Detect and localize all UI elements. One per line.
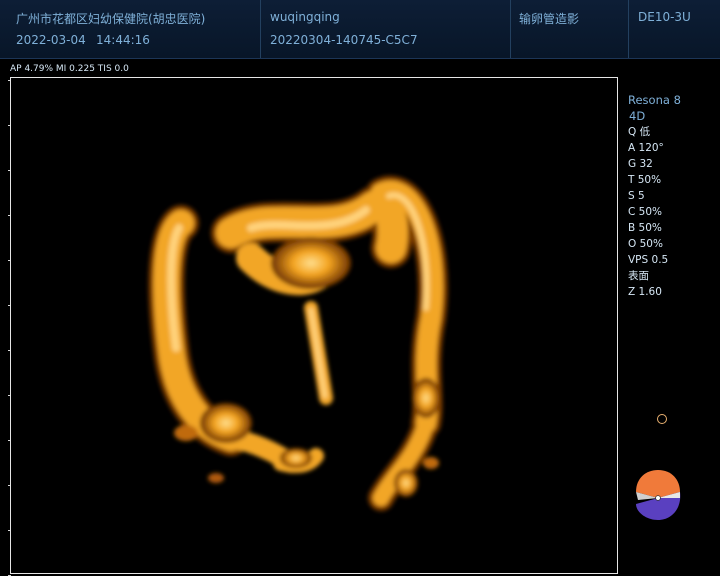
- hospital-name: 广州市花都区妇幼保健院(胡忠医院): [16, 12, 206, 26]
- orientation-marker-icon: [636, 470, 681, 520]
- param-a: A 120°: [628, 142, 664, 154]
- param-t: T 50%: [628, 174, 662, 186]
- device-model: Resona 8: [628, 93, 681, 107]
- param-zoom: Z 1.60: [628, 286, 662, 298]
- header-patient-cell: wuqingqing 20220304-140745-C5C7: [260, 0, 511, 58]
- acoustic-params: AP 4.79% MI 0.225 TIS 0.0: [10, 64, 129, 74]
- exam-type: 输卵管造影: [519, 12, 580, 26]
- param-q: Q 低: [628, 126, 651, 138]
- ultrasound-image-area[interactable]: [10, 77, 618, 574]
- header-hospital-cell: 广州市花都区妇幼保健院(胡忠医院) 2022-03-04 14:44:16: [0, 0, 261, 58]
- param-o: O 50%: [628, 238, 663, 250]
- exam-date: 2022-03-04: [16, 33, 86, 47]
- param-render-mode: 表面: [628, 270, 649, 282]
- volume-render: [148, 175, 448, 511]
- exam-id: 20220304-140745-C5C7: [270, 33, 418, 47]
- param-c: C 50%: [628, 206, 663, 218]
- exam-time: 14:44:16: [96, 33, 150, 47]
- patient-name: wuqingqing: [270, 10, 340, 24]
- header-probe-cell: DE10-3U: [628, 0, 720, 58]
- param-vps: VPS 0.5: [628, 254, 669, 266]
- imaging-mode: 4D: [629, 109, 646, 123]
- imaging-parameters-panel: Resona 8 4D Q 低 A 120° G 32 T 50% S 5 C …: [628, 92, 718, 300]
- param-g: G 32: [628, 158, 653, 170]
- param-s: S 5: [628, 190, 645, 202]
- depth-scale: [0, 80, 11, 576]
- probe-name: DE10-3U: [638, 10, 691, 24]
- header-exam-cell: 输卵管造影: [510, 0, 629, 58]
- ring-marker-icon: [657, 414, 667, 424]
- param-b: B 50%: [628, 222, 662, 234]
- header-bar: 广州市花都区妇幼保健院(胡忠医院) 2022-03-04 14:44:16 wu…: [0, 0, 720, 59]
